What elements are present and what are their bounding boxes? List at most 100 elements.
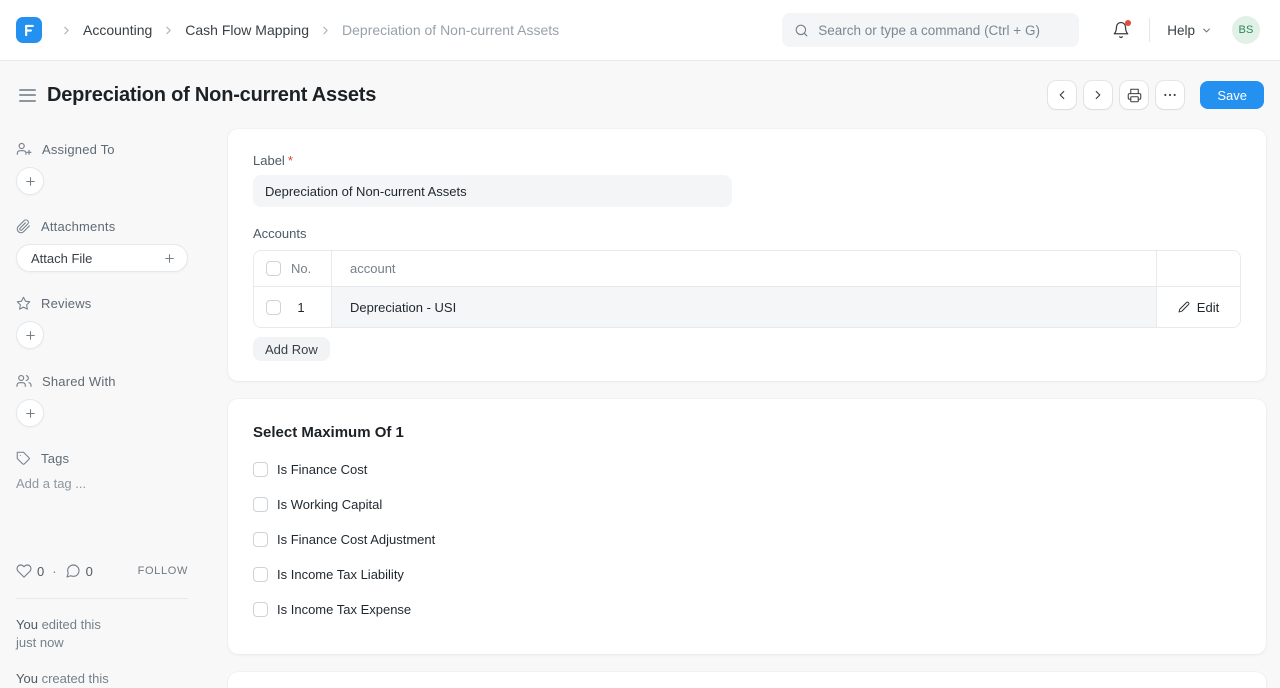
- add-assignment-button[interactable]: [16, 167, 44, 195]
- attach-file-button[interactable]: Attach File: [16, 244, 188, 272]
- breadcrumb-cash-flow-mapping[interactable]: Cash Flow Mapping: [185, 22, 309, 38]
- separator-dot: ·: [52, 564, 56, 579]
- page-head-left: Depreciation of Non-current Assets: [17, 84, 376, 107]
- row-account-cell[interactable]: Depreciation - USI: [332, 287, 1157, 327]
- shared-with-label: Shared With: [42, 374, 116, 389]
- activity-timestamp: just now: [16, 634, 188, 652]
- row-checkbox[interactable]: [266, 300, 281, 315]
- shared-with-section: Shared With: [16, 373, 188, 427]
- attachments-section: Attachments Attach File: [16, 219, 188, 272]
- accounts-section-label: Accounts: [253, 226, 1241, 241]
- next-document-button[interactable]: [1084, 81, 1112, 109]
- is-finance-cost-checkbox[interactable]: [253, 462, 268, 477]
- paperclip-icon: [16, 219, 31, 234]
- user-plus-icon: [16, 141, 32, 157]
- assigned-to-label: Assigned To: [42, 142, 115, 157]
- column-account-label: account: [350, 261, 396, 276]
- row-edit-button[interactable]: Edit: [1157, 287, 1240, 327]
- print-button[interactable]: [1120, 81, 1148, 109]
- page-head-actions: Save: [1048, 81, 1264, 109]
- user-avatar[interactable]: BS: [1232, 16, 1260, 44]
- reviews-heading: Reviews: [16, 296, 188, 311]
- row-number: 1: [291, 300, 311, 315]
- shared-with-heading: Shared With: [16, 373, 188, 389]
- checkbox-row-is-income-tax-liability: Is Income Tax Liability: [253, 567, 1241, 582]
- tags-heading: Tags: [16, 451, 188, 466]
- checkbox-row-is-finance-cost-adjustment: Is Finance Cost Adjustment: [253, 532, 1241, 547]
- attachments-label: Attachments: [41, 219, 115, 234]
- workspace: Assigned To Attachments Attach File: [0, 129, 1280, 688]
- form-body: Label* Depreciation of Non-current Asset…: [228, 129, 1266, 688]
- checkbox-label: Is Finance Cost Adjustment: [277, 532, 435, 547]
- add-row-button[interactable]: Add Row: [253, 337, 330, 361]
- printer-icon: [1127, 88, 1142, 103]
- follow-button[interactable]: FOLLOW: [138, 565, 188, 577]
- global-search[interactable]: [782, 13, 1079, 47]
- max-select-card: Select Maximum Of 1 Is Finance Cost Is W…: [228, 399, 1266, 654]
- attachments-heading: Attachments: [16, 219, 188, 234]
- previous-document-button[interactable]: [1048, 81, 1076, 109]
- document-social-row: 0 · 0 FOLLOW: [16, 563, 188, 579]
- heart-icon[interactable]: [16, 563, 32, 579]
- select-all-checkbox[interactable]: [266, 261, 281, 276]
- navbar-divider: [1149, 18, 1150, 42]
- plus-icon: [163, 252, 176, 265]
- checkbox-label: Is Income Tax Liability: [277, 567, 404, 582]
- is-income-tax-liability-checkbox[interactable]: [253, 567, 268, 582]
- like-count: 0: [37, 564, 44, 579]
- is-income-tax-expense-checkbox[interactable]: [253, 602, 268, 617]
- add-share-button[interactable]: [16, 399, 44, 427]
- app-window: Accounting Cash Flow Mapping Depreciatio…: [0, 0, 1280, 688]
- is-finance-cost-adjustment-checkbox[interactable]: [253, 532, 268, 547]
- help-menu[interactable]: Help: [1167, 23, 1212, 38]
- checkbox-label: Is Income Tax Expense: [277, 602, 411, 617]
- activity-user: You: [16, 671, 38, 686]
- header-account-cell: account: [332, 251, 1157, 287]
- tag-icon: [16, 451, 31, 466]
- more-actions-button[interactable]: [1156, 81, 1184, 109]
- navbar: Accounting Cash Flow Mapping Depreciatio…: [0, 0, 1280, 61]
- checkbox-row-is-working-capital: Is Working Capital: [253, 497, 1241, 512]
- header-index-cell: No.: [254, 251, 332, 287]
- comment-icon[interactable]: [65, 563, 81, 579]
- breadcrumb-separator-icon: [60, 24, 73, 37]
- activity-action: created this: [42, 671, 109, 686]
- help-menu-label: Help: [1167, 23, 1195, 38]
- add-review-button[interactable]: [16, 321, 44, 349]
- add-tag-input[interactable]: Add a tag ...: [16, 476, 86, 491]
- breadcrumb-separator-icon: [319, 24, 332, 37]
- sidebar-divider: [16, 598, 188, 599]
- column-no-label: No.: [291, 261, 311, 276]
- activity-action: edited this: [42, 617, 101, 632]
- sidebar-toggle-icon[interactable]: [17, 86, 38, 105]
- plus-icon: [24, 175, 37, 188]
- comment-count: 0: [86, 564, 93, 579]
- label-field-input[interactable]: Depreciation of Non-current Assets: [253, 175, 732, 207]
- breadcrumb-separator-icon: [162, 24, 175, 37]
- assigned-to-section: Assigned To: [16, 141, 188, 195]
- header-actions-cell: [1157, 251, 1240, 287]
- is-working-capital-checkbox[interactable]: [253, 497, 268, 512]
- star-icon: [16, 296, 31, 311]
- erpnext-logo-icon: [22, 23, 37, 38]
- form-sidebar: Assigned To Attachments Attach File: [0, 129, 228, 688]
- notifications-button[interactable]: [1112, 21, 1130, 39]
- activity-created: You created this 8 minutes ago: [16, 670, 188, 688]
- activity-user: You: [16, 617, 38, 632]
- search-input[interactable]: [818, 23, 1067, 38]
- app-logo[interactable]: [16, 17, 42, 43]
- required-marker: *: [288, 153, 293, 168]
- assigned-to-heading: Assigned To: [16, 141, 188, 157]
- save-button[interactable]: Save: [1200, 81, 1264, 109]
- page-title: Depreciation of Non-current Assets: [47, 84, 376, 107]
- activity-edited: You edited this just now: [16, 616, 188, 652]
- accounts-grid-header: No. account: [254, 251, 1240, 287]
- table-row: 1 Depreciation - USI Edit: [254, 287, 1240, 327]
- checkbox-label: Is Working Capital: [277, 497, 382, 512]
- breadcrumb-accounting[interactable]: Accounting: [83, 22, 152, 38]
- details-card: Label* Depreciation of Non-current Asset…: [228, 129, 1266, 381]
- ellipsis-icon: [1162, 87, 1178, 103]
- row-index-cell: 1: [254, 287, 332, 327]
- account-value: Depreciation - USI: [350, 300, 456, 315]
- label-field-caption: Label*: [253, 153, 1241, 168]
